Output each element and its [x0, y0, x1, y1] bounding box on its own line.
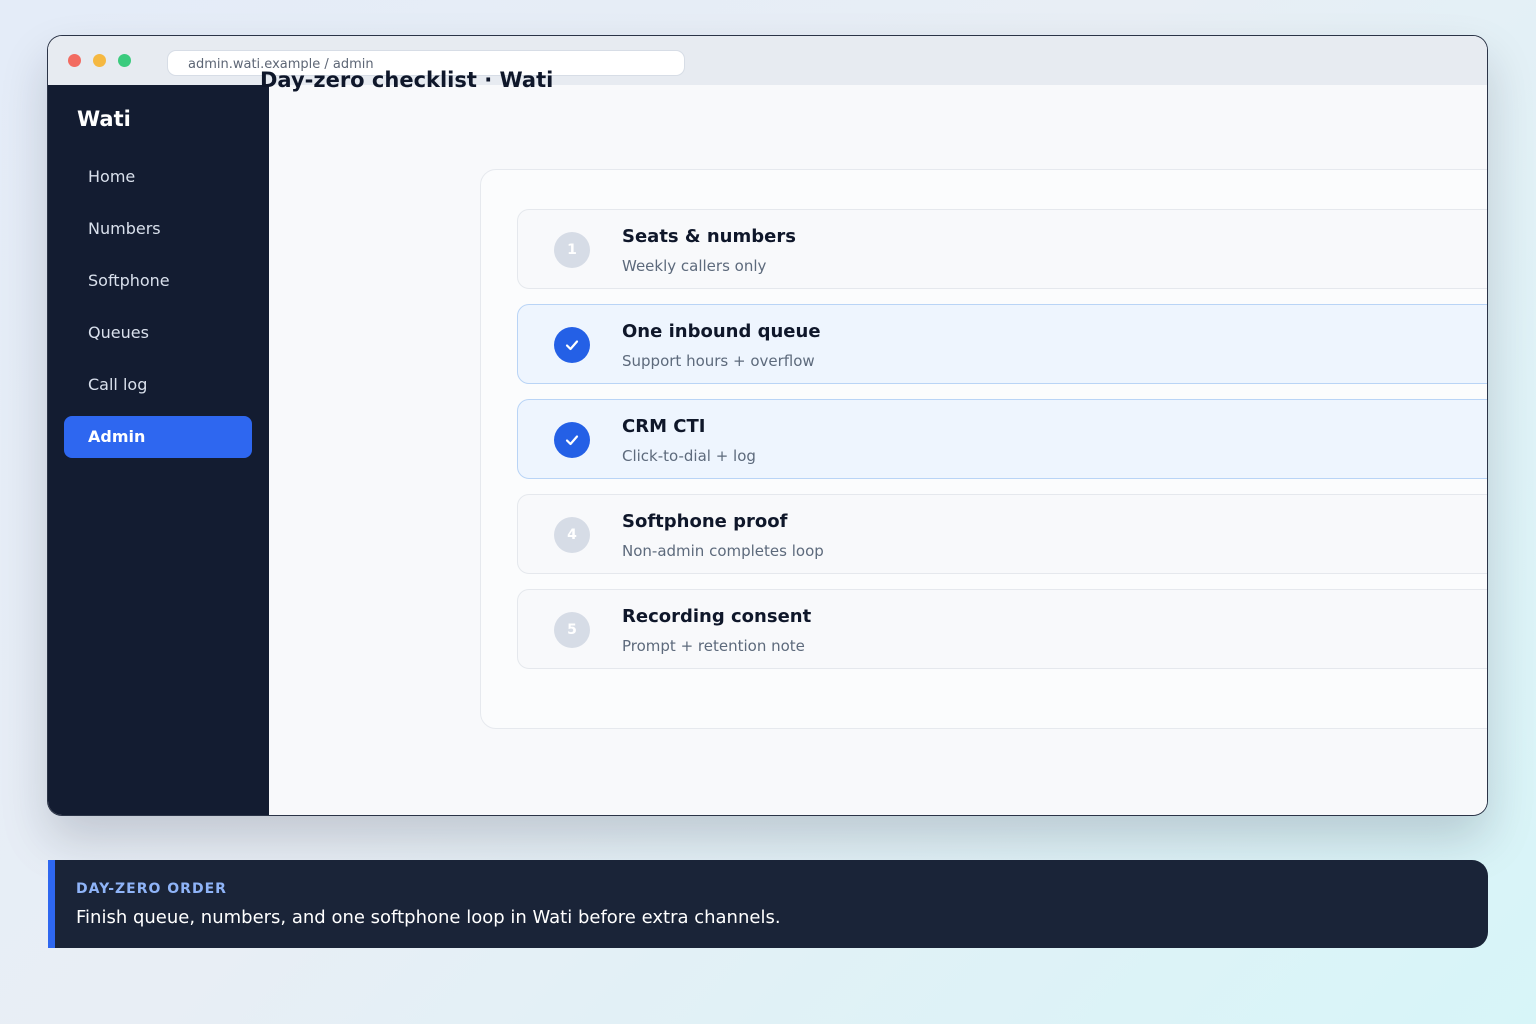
callout-accent-bar — [48, 860, 55, 948]
step-title: CRM CTI — [622, 416, 706, 437]
checklist-step-1[interactable]: 1 Seats & numbers Weekly callers only — [517, 209, 1487, 289]
sidebar-item-call-log[interactable]: Call log — [64, 364, 252, 406]
checklist-step-2[interactable]: One inbound queue Support hours + overfl… — [517, 304, 1487, 384]
sidebar-item-softphone[interactable]: Softphone — [64, 260, 252, 302]
check-icon — [565, 435, 579, 446]
step-number-badge: 1 — [554, 232, 590, 268]
step-number-badge: 4 — [554, 517, 590, 553]
day-zero-callout: DAY-ZERO ORDER Finish queue, numbers, an… — [48, 860, 1488, 948]
callout-text: Finish queue, numbers, and one softphone… — [76, 907, 781, 928]
browser-window: admin.wati.example / admin Wati Home Num… — [48, 36, 1487, 815]
step-subtitle: Prompt + retention note — [622, 637, 805, 655]
page-title: Day-zero checklist · Wati — [260, 68, 554, 92]
check-icon — [565, 340, 579, 351]
step-subtitle: Support hours + overflow — [622, 352, 815, 370]
checklist-step-3[interactable]: CRM CTI Click-to-dial + log — [517, 399, 1487, 479]
step-title: Softphone proof — [622, 511, 788, 532]
brand-logo: Wati — [77, 107, 131, 131]
step-complete-badge — [554, 422, 590, 458]
step-title: Recording consent — [622, 606, 812, 627]
step-subtitle: Non-admin completes loop — [622, 542, 824, 560]
step-title: One inbound queue — [622, 321, 821, 342]
sidebar-item-admin[interactable]: Admin — [64, 416, 252, 458]
sidebar: Wati Home Numbers Softphone Queues Call … — [48, 85, 269, 815]
minimize-window-button[interactable] — [93, 54, 106, 67]
checklist-step-4[interactable]: 4 Softphone proof Non-admin completes lo… — [517, 494, 1487, 574]
step-title: Seats & numbers — [622, 226, 796, 247]
callout-label: DAY-ZERO ORDER — [76, 881, 227, 897]
checklist-card: 1 Seats & numbers Weekly callers only On… — [480, 169, 1487, 729]
step-subtitle: Weekly callers only — [622, 257, 767, 275]
maximize-window-button[interactable] — [118, 54, 131, 67]
step-number-badge: 5 — [554, 612, 590, 648]
checklist-step-5[interactable]: 5 Recording consent Prompt + retention n… — [517, 589, 1487, 669]
step-complete-badge — [554, 327, 590, 363]
main-content: 1 Seats & numbers Weekly callers only On… — [269, 85, 1487, 815]
step-subtitle: Click-to-dial + log — [622, 447, 756, 465]
sidebar-item-home[interactable]: Home — [64, 156, 252, 198]
sidebar-item-queues[interactable]: Queues — [64, 312, 252, 354]
close-window-button[interactable] — [68, 54, 81, 67]
sidebar-item-numbers[interactable]: Numbers — [64, 208, 252, 250]
